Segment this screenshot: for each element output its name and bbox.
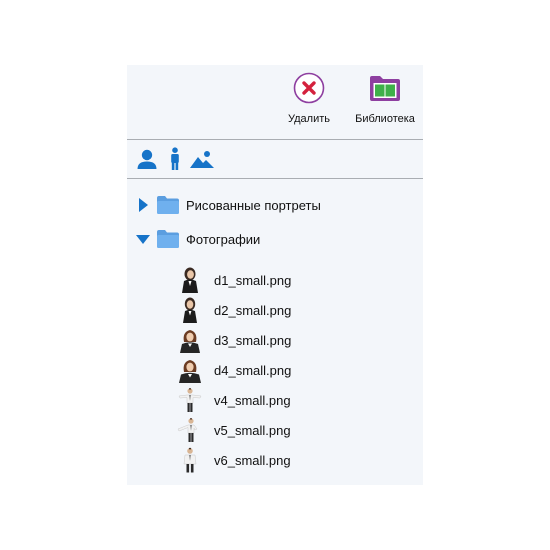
delete-button-label: Удалить [288,113,330,125]
file-name: v6_small.png [214,452,291,468]
file-name: d3_small.png [214,332,292,348]
toolbar-divider [127,139,423,140]
collapse-arrow-icon[interactable] [135,227,151,251]
file-item-v6[interactable]: v6_small.png [177,447,291,473]
portrait-thumbnail-icon [177,267,203,293]
folder-icon [157,196,179,214]
file-name: v4_small.png [214,392,291,408]
file-item-d3[interactable]: d3_small.png [177,327,291,353]
file-name: d4_small.png [214,362,292,378]
toolbar: Удалить Библиотека [127,65,423,139]
library-button-label: Библиотека [355,113,415,125]
side-panel: Удалить Библиотека Рисованные портреты Ф… [127,65,423,485]
portrait-thumbnail-icon [177,357,203,383]
delete-icon [292,71,326,105]
folder-drawn-portraits[interactable]: Рисованные портреты [135,193,321,217]
landscape-icon [190,151,214,168]
folder-label: Фотографии [186,231,261,247]
file-name: v5_small.png [214,422,291,438]
filter-divider [127,178,423,179]
file-name: d2_small.png [214,302,292,318]
library-folder-icon [368,71,402,105]
folder-icon [157,230,179,248]
file-item-d4[interactable]: d4_small.png [177,357,291,383]
person-full-icon [171,147,179,170]
folder-photos[interactable]: Фотографии [135,227,260,251]
full-body-thumbnail-icon [177,417,203,443]
portrait-thumbnail-icon [177,297,203,323]
portrait-thumbnail-icon [177,327,203,353]
delete-button[interactable]: Удалить [285,71,333,125]
full-body-thumbnail-icon [177,387,203,413]
landscape-filter-button[interactable] [189,146,215,172]
expand-arrow-icon[interactable] [135,193,151,217]
file-item-v4[interactable]: v4_small.png [177,387,291,413]
full-body-thumbnail-icon [177,447,203,473]
file-name: d1_small.png [214,272,292,288]
library-button[interactable]: Библиотека [352,71,418,125]
file-item-d2[interactable]: d2_small.png [177,297,291,323]
folder-label: Рисованные портреты [186,197,321,213]
portrait-filter-button[interactable] [135,146,159,172]
file-item-d1[interactable]: d1_small.png [177,267,291,293]
person-portrait-icon [137,149,157,169]
full-body-filter-button[interactable] [165,146,185,172]
file-item-v5[interactable]: v5_small.png [177,417,291,443]
filter-bar [135,145,215,173]
